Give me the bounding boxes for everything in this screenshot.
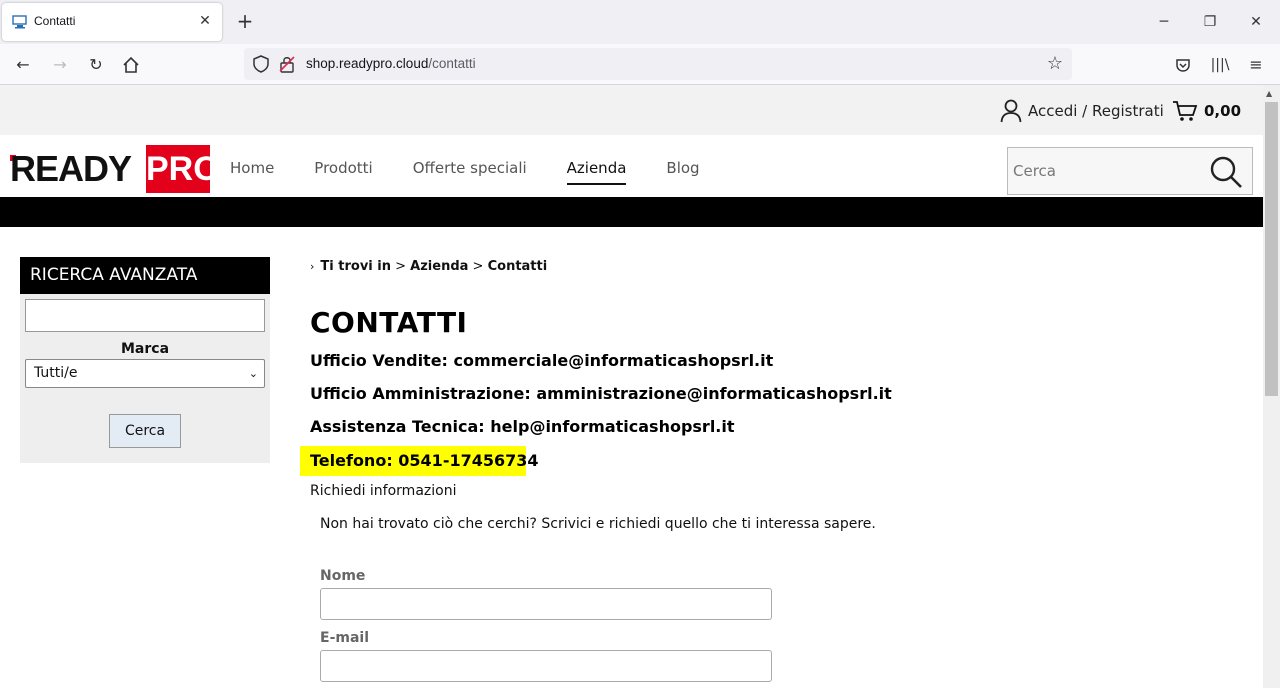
site-header: READY PRO Home Prodotti Offerte speciali… xyxy=(0,135,1263,197)
breadcrumb-azienda[interactable]: Azienda xyxy=(410,259,468,274)
scrollbar-thumb[interactable] xyxy=(1265,102,1278,396)
minimize-icon[interactable]: ─ xyxy=(1152,10,1176,34)
logo-pro-text: PRO xyxy=(146,145,220,193)
insecure-lock-icon[interactable] xyxy=(278,55,296,73)
browser-tab[interactable]: Contatti ✕ xyxy=(2,3,222,41)
brand-select[interactable]: Tutti/e ⌄ xyxy=(25,359,265,388)
menu-item-blog[interactable]: Blog xyxy=(666,159,699,185)
home-icon[interactable] xyxy=(118,52,144,78)
cart-icon xyxy=(1173,101,1198,121)
chevron-down-icon: ⌄ xyxy=(248,367,258,380)
search-icon[interactable] xyxy=(1208,154,1244,190)
support-contact: Assistenza Tecnica: help@informaticashop… xyxy=(310,417,735,436)
name-field[interactable] xyxy=(320,588,772,620)
readypro-logo[interactable]: READY PRO xyxy=(10,145,220,193)
advanced-search-button[interactable]: Cerca xyxy=(109,414,181,448)
menu-item-azienda[interactable]: Azienda xyxy=(566,159,627,185)
menu-hamburger-icon[interactable]: ≡ xyxy=(1243,52,1269,78)
name-label: Nome xyxy=(320,568,366,584)
breadcrumb: › Ti trovi in > Azienda > Contatti xyxy=(310,259,547,274)
tracking-shield-icon[interactable] xyxy=(252,55,270,73)
url-host: shop.readypro.cloud xyxy=(306,56,429,71)
search-input[interactable] xyxy=(1008,148,1204,194)
url-text: shop.readypro.cloud/contatti xyxy=(306,56,476,71)
scroll-up-icon[interactable]: ▲ xyxy=(1266,89,1272,98)
phone-contact: Telefono: 0541-17456734 xyxy=(310,451,539,470)
email-label: E-mail xyxy=(320,630,370,646)
close-window-icon[interactable]: ✕ xyxy=(1244,10,1268,34)
breadcrumb-separator: > xyxy=(472,259,484,274)
forward-icon[interactable]: → xyxy=(47,52,73,78)
advanced-search-input[interactable] xyxy=(25,299,265,332)
site-search xyxy=(1007,147,1253,195)
logo-ready-text: READY xyxy=(10,148,132,189)
back-icon[interactable]: ← xyxy=(10,52,36,78)
url-path: /contatti xyxy=(428,56,476,71)
address-bar[interactable]: shop.readypro.cloud/contatti ☆ xyxy=(244,48,1072,80)
admin-contact: Ufficio Amministrazione: amministrazione… xyxy=(310,384,892,403)
menu-item-home[interactable]: Home xyxy=(230,159,274,185)
brand-select-value: Tutti/e xyxy=(34,365,78,381)
page-scrollbar[interactable]: ▲ xyxy=(1263,85,1280,688)
page-title: CONTATTI xyxy=(310,306,468,339)
browser-nav-bar: ← → ↻ shop.readypro.cloud/contatti ☆ |||… xyxy=(0,44,1280,85)
new-tab-icon[interactable]: + xyxy=(233,10,257,34)
advanced-search-panel: RICERCA AVANZATA Marca Tutti/e ⌄ Cerca xyxy=(20,257,270,463)
menu-item-offerte-speciali[interactable]: Offerte speciali xyxy=(413,159,527,185)
cart-link[interactable]: 0,00 xyxy=(1172,98,1241,124)
breadcrumb-prefix: Ti trovi in xyxy=(320,259,391,274)
info-request-title: Richiedi informazioni xyxy=(310,483,457,499)
chevron-right-icon: › xyxy=(310,260,315,273)
brand-label: Marca xyxy=(120,341,170,357)
reload-icon[interactable]: ↻ xyxy=(83,52,109,78)
sales-contact: Ufficio Vendite: commerciale@informatica… xyxy=(310,351,774,370)
user-icon xyxy=(1000,99,1022,123)
web-page: Accedi / Registrati 0,00 READY PRO Home … xyxy=(0,85,1263,688)
advanced-search-title: RICERCA AVANZATA xyxy=(20,257,270,294)
account-label: Accedi / Registrati xyxy=(1028,102,1164,120)
library-icon[interactable]: |||\ xyxy=(1207,52,1233,78)
breadcrumb-contatti: Contatti xyxy=(487,259,548,274)
breadcrumb-separator: > xyxy=(395,259,407,274)
restore-icon[interactable]: ❐ xyxy=(1198,10,1222,34)
main-menu: Home Prodotti Offerte speciali Azienda B… xyxy=(230,159,740,185)
account-link[interactable]: Accedi / Registrati xyxy=(1000,98,1164,124)
pocket-icon[interactable] xyxy=(1170,52,1196,78)
header-black-bar xyxy=(0,197,1263,227)
bookmark-star-icon[interactable]: ☆ xyxy=(1044,53,1066,75)
email-field[interactable] xyxy=(320,650,772,682)
top-strip: Accedi / Registrati 0,00 xyxy=(0,85,1263,135)
info-request-description: Non hai trovato ciò che cerchi? Scrivici… xyxy=(320,516,876,532)
cart-total: 0,00 xyxy=(1204,102,1242,120)
tab-title: Contatti xyxy=(34,14,76,28)
browser-tab-bar: Contatti ✕ + ─ ❐ ✕ xyxy=(0,0,1280,44)
close-tab-icon[interactable]: ✕ xyxy=(196,12,214,30)
site-favicon-icon xyxy=(12,15,27,29)
menu-item-prodotti[interactable]: Prodotti xyxy=(314,159,372,185)
